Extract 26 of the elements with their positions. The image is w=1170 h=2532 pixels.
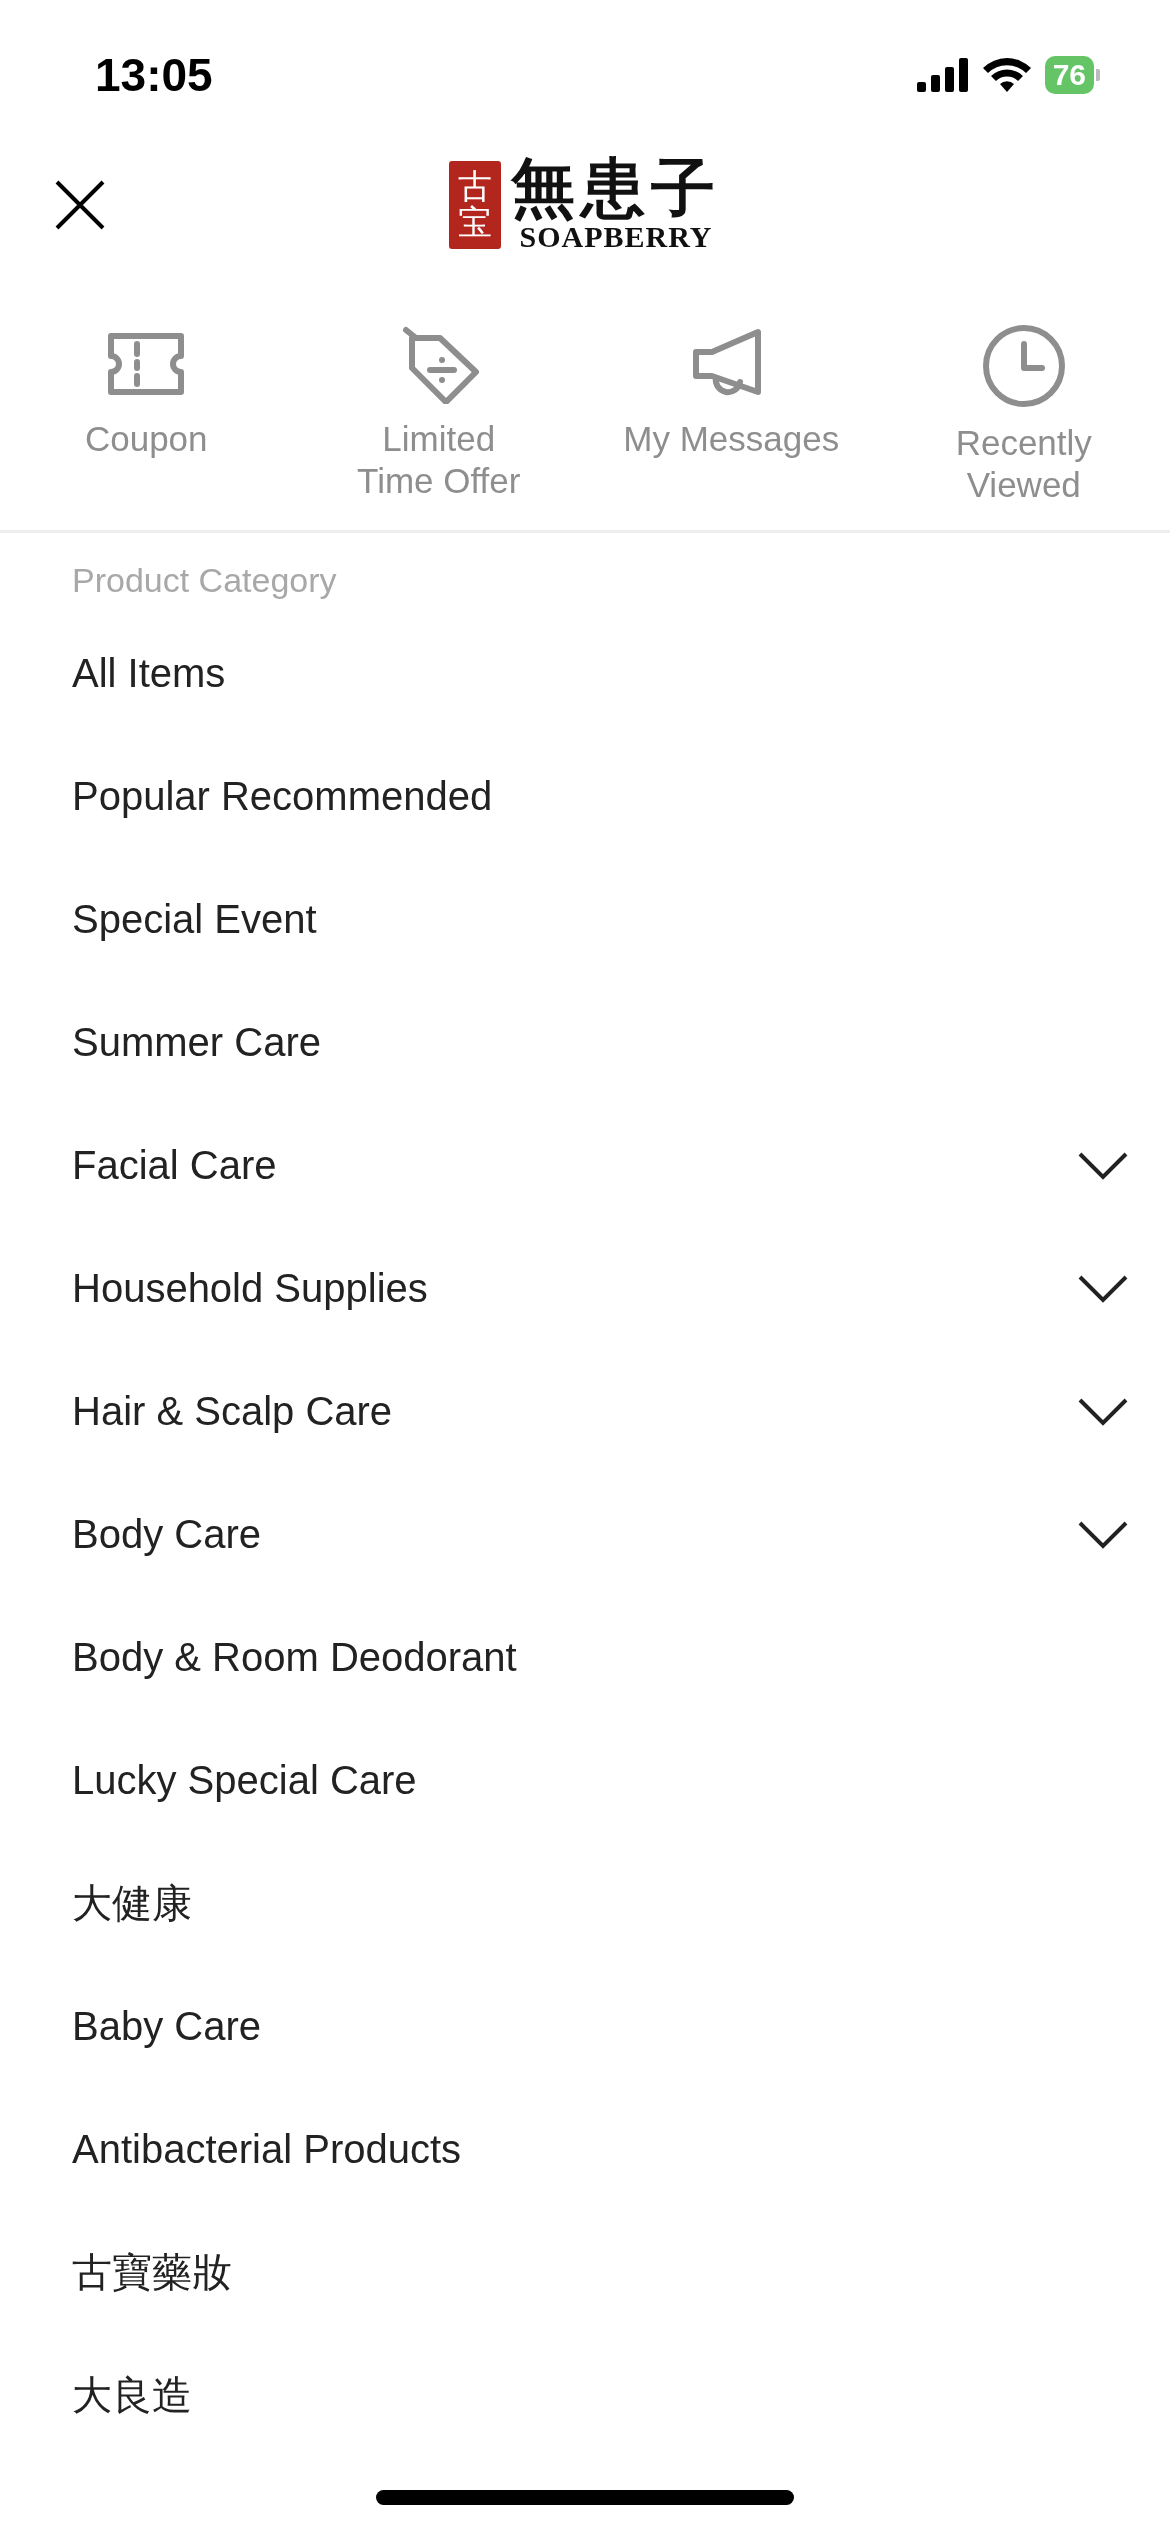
category-item[interactable]: Summer Care (72, 1020, 321, 1065)
status-time: 13:05 (95, 48, 213, 102)
chevron-down-icon[interactable] (1078, 1397, 1128, 1426)
category-item[interactable]: Special Event (72, 897, 317, 942)
category-item[interactable]: Popular Recommended (72, 774, 493, 819)
category-item[interactable]: 大良造 (72, 2368, 192, 2423)
category-item[interactable]: Body & Room Deodorant (72, 1635, 517, 1680)
category-item[interactable]: Body Care (72, 1512, 261, 1557)
battery-level: 76 (1044, 56, 1094, 94)
chevron-down-icon[interactable] (1078, 1520, 1128, 1549)
category-item[interactable]: All Items (72, 651, 226, 696)
category-item[interactable]: Lucky Special Care (72, 1758, 417, 1803)
signal-icon (916, 58, 969, 92)
chevron-down-icon[interactable] (1078, 1151, 1128, 1180)
section-heading: Product Category (71, 560, 338, 601)
category-item[interactable]: Facial Care (72, 1143, 277, 1188)
logo-seal: 古宝 (449, 161, 501, 249)
chevron-down-icon[interactable] (1078, 1274, 1128, 1303)
category-item[interactable]: 古寶藥妝 (72, 2245, 232, 2300)
logo-name: 無患子 (511, 156, 721, 220)
wifi-icon (982, 58, 1031, 92)
category-item[interactable]: Antibacterial Products (72, 2127, 462, 2172)
category-item[interactable]: Hair & Scalp Care (72, 1389, 393, 1434)
category-item[interactable]: Household Supplies (72, 1266, 428, 1311)
category-item[interactable]: 大健康 (72, 1876, 192, 1931)
category-item[interactable]: Baby Care (72, 2004, 261, 2049)
